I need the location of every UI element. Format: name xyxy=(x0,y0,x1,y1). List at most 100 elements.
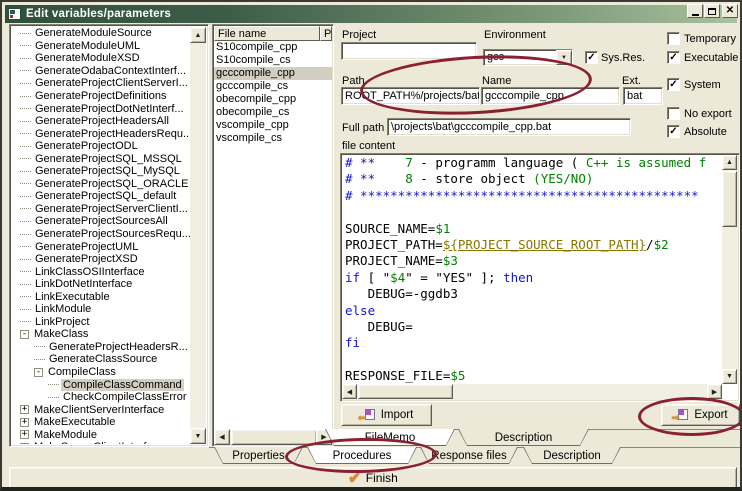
scrollbar-thumb[interactable] xyxy=(231,429,317,445)
tree-item[interactable]: CheckCompileClassError xyxy=(12,391,190,404)
file-list-row[interactable]: S10compile_cpp xyxy=(214,41,332,54)
chevron-down-icon[interactable]: ▼ xyxy=(556,50,572,65)
expand-icon[interactable]: + xyxy=(20,405,29,414)
import-button[interactable]: ⬅ Import xyxy=(341,404,432,426)
tree-item[interactable]: GenerateProjectServerClientI... xyxy=(12,203,190,216)
tree-item[interactable]: GenerateProjectHeadersRequ... xyxy=(12,127,190,140)
expand-icon[interactable]: + xyxy=(20,418,29,427)
tree-item[interactable]: GenerateProjectDefinitions xyxy=(12,90,190,103)
tree-item[interactable]: LinkModule xyxy=(12,303,190,316)
file-list-row[interactable]: S10compile_cs xyxy=(214,54,332,67)
checkbox-icon[interactable]: ✓ xyxy=(667,51,680,64)
tree-item[interactable]: GenerateProjectODL xyxy=(12,140,190,153)
scroll-down-icon[interactable]: ▼ xyxy=(190,428,206,444)
scroll-left-icon[interactable]: ◀ xyxy=(342,384,357,399)
path-input[interactable]: ROOT_PATH%/projects/bat xyxy=(341,87,480,105)
tree-connector xyxy=(20,158,31,159)
tree-item[interactable]: GenerateProjectDotNetInterf... xyxy=(12,102,190,115)
file-list-row[interactable]: vscompile_cpp xyxy=(214,119,332,132)
expand-icon[interactable]: + xyxy=(20,430,29,439)
tab-procedures[interactable]: Procedures xyxy=(307,447,417,464)
file-list-horizontal-scrollbar[interactable]: ◀ ▶ xyxy=(214,429,332,445)
full-path-input[interactable]: \projects\bat\gcccompile_cpp.bat xyxy=(387,118,631,136)
scroll-left-icon[interactable]: ◀ xyxy=(214,429,230,445)
editor-horizontal-scrollbar[interactable]: ◀ ▶ xyxy=(342,384,722,400)
tree-item[interactable]: GenerateProjectSQL_default xyxy=(12,190,190,203)
tree-item[interactable]: GenerateModuleXSD xyxy=(12,52,190,65)
tree-item[interactable]: GenerateProjectSourcesRequ... xyxy=(12,228,190,241)
column-header-file-name[interactable]: File name xyxy=(214,26,320,41)
tree-item[interactable]: LinkProject xyxy=(12,316,190,329)
tree-item[interactable]: +MakeClientServerInterface xyxy=(12,403,190,416)
tree-item[interactable]: GenerateProjectXSD xyxy=(12,253,190,266)
file-list-row[interactable]: gcccompile_cpp xyxy=(214,67,332,80)
tree-item[interactable]: LinkDotNetInterface xyxy=(12,278,190,291)
code-text[interactable]: # ** 7 - programm language ( C++ is assu… xyxy=(345,155,722,384)
tab-description[interactable]: Description xyxy=(458,429,589,446)
no-export-checkbox[interactable]: No export xyxy=(667,107,732,120)
tree-item[interactable]: -CompileClass xyxy=(12,366,190,379)
tree-item[interactable]: GenerateProjectUML xyxy=(12,240,190,253)
scroll-down-icon[interactable]: ▼ xyxy=(722,369,737,384)
file-list-row[interactable]: obecompile_cpp xyxy=(214,93,332,106)
tree-item[interactable]: +MakeModule xyxy=(12,429,190,442)
tree-item[interactable]: +MakeServerClientInterf... xyxy=(12,441,190,444)
tree-item[interactable]: -MakeClass xyxy=(12,328,190,341)
column-header-pro[interactable]: Pro xyxy=(320,26,332,41)
tree-item[interactable]: CompileClassCommand xyxy=(12,378,190,391)
environment-select[interactable]: gcc ▼ xyxy=(483,49,573,66)
name-input[interactable]: gcccompile_cpp xyxy=(481,87,620,105)
tree-item[interactable]: GenerateProjectHeadersAll xyxy=(12,115,190,128)
export-button[interactable]: ➡ Export xyxy=(661,404,740,426)
collapse-icon[interactable]: - xyxy=(20,330,29,339)
tab-response-files[interactable]: Response files xyxy=(420,447,518,464)
tree-item[interactable]: GenerateProjectSQL_ORACLE xyxy=(12,178,190,191)
project-input[interactable] xyxy=(341,42,477,60)
tree-item[interactable]: GenerateProjectSourcesAll xyxy=(12,215,190,228)
checkbox-icon[interactable] xyxy=(667,32,680,45)
executable-checkbox[interactable]: ✓Executable xyxy=(667,51,738,64)
file-content-editor[interactable]: # ** 7 - programm language ( C++ is assu… xyxy=(340,153,740,402)
ext-input[interactable]: bat xyxy=(623,87,663,105)
checkbox-icon[interactable] xyxy=(667,107,680,120)
scrollbar-thumb[interactable] xyxy=(722,171,737,227)
title-bar[interactable]: Edit variables/parameters xyxy=(5,5,737,23)
file-list-row[interactable]: obecompile_cs xyxy=(214,106,332,119)
code-line: RESPONSE_FILE=$5 xyxy=(345,368,722,384)
tree-item[interactable]: GenerateOdabaContextInterf... xyxy=(12,65,190,78)
tab-description[interactable]: Description xyxy=(523,447,621,464)
minimize-button[interactable] xyxy=(687,4,703,18)
close-button[interactable]: ✕ xyxy=(722,4,738,18)
tree-item[interactable]: GenerateModuleSource xyxy=(12,27,190,40)
maximize-button[interactable] xyxy=(704,4,720,18)
tab-filememo[interactable]: FileMemo xyxy=(325,429,455,446)
scroll-up-icon[interactable]: ▲ xyxy=(190,27,206,43)
tree-item[interactable]: GenerateProjectClientServerI... xyxy=(12,77,190,90)
tree-vertical-scrollbar[interactable]: ▲ ▼ xyxy=(190,27,206,444)
tree-item[interactable]: GenerateProjectSQL_MSSQL xyxy=(12,152,190,165)
temporary-checkbox[interactable]: Temporary xyxy=(667,32,736,45)
checkbox-icon[interactable]: ✓ xyxy=(667,78,680,91)
scroll-up-icon[interactable]: ▲ xyxy=(722,155,737,170)
scrollbar-thumb[interactable] xyxy=(358,384,453,399)
tree-item[interactable]: GenerateProjectSQL_MySQL xyxy=(12,165,190,178)
tree-item[interactable]: LinkClassOSIInterface xyxy=(12,265,190,278)
absolute-checkbox[interactable]: ✓Absolute xyxy=(667,125,727,138)
collapse-icon[interactable]: - xyxy=(34,368,43,377)
checkbox-icon[interactable]: ✓ xyxy=(667,125,680,138)
finish-button[interactable]: ✔ Finish xyxy=(9,467,737,489)
system-checkbox[interactable]: ✓System xyxy=(667,78,721,91)
tree-item[interactable]: GenerateProjectHeadersR... xyxy=(12,341,190,354)
tree-item[interactable]: GenerateClassSource xyxy=(12,353,190,366)
scroll-right-icon[interactable]: ▶ xyxy=(707,384,722,399)
editor-vertical-scrollbar[interactable]: ▲ ▼ xyxy=(722,155,738,384)
tab-properties[interactable]: Properties xyxy=(214,447,303,464)
expand-icon[interactable]: + xyxy=(20,443,29,444)
checkbox-icon[interactable]: ✓ xyxy=(585,51,598,64)
sys-res-checkbox[interactable]: ✓ Sys.Res. xyxy=(585,51,645,64)
file-list-row[interactable]: vscompile_cs xyxy=(214,132,332,145)
file-list-row[interactable]: gcccompile_cs xyxy=(214,80,332,93)
tree-item[interactable]: +MakeExecutable xyxy=(12,416,190,429)
tree-item[interactable]: GenerateModuleUML xyxy=(12,40,190,53)
tree-item[interactable]: LinkExecutable xyxy=(12,290,190,303)
